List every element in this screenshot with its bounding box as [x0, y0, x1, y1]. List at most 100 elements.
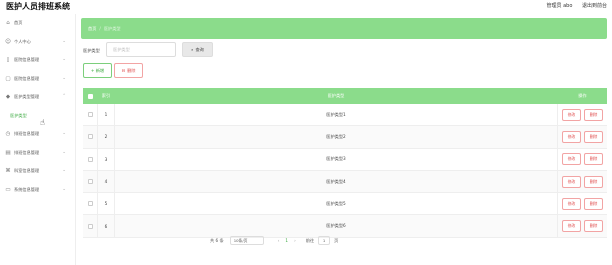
delete-button[interactable]: 删除: [584, 153, 603, 166]
breadcrumb-current: 医护类型: [103, 26, 121, 31]
sidebar-item-label: 医护类型: [10, 112, 27, 118]
sidebar-item-label: 个人中心: [14, 38, 31, 44]
edit-button[interactable]: 修改: [562, 108, 581, 121]
sidebar-item-label: 首页: [14, 20, 23, 26]
sidebar: ⌂ 首页 ☺ 个人中心 ⌄ ▯ 医院信息管理 ⌄ ▢ 医院信息管理 ⌄ ◆ 医护…: [0, 14, 76, 265]
row-checkbox[interactable]: [87, 179, 93, 185]
hospital-icon: ▯: [6, 57, 10, 64]
table-row: 5 医护类型5 修改 删除: [83, 193, 607, 216]
row-checkbox[interactable]: [87, 112, 93, 118]
row-index: 6: [97, 215, 115, 237]
mouse-pointer-icon: ☝: [40, 118, 45, 127]
edit-button[interactable]: 修改: [562, 153, 581, 166]
delete-button[interactable]: 删除: [584, 175, 603, 188]
table-body: 1 医护类型1 修改 删除 2 医护类型2 修改 删除 3 医护类型3 修改 删…: [83, 104, 607, 238]
person-icon: ☺: [5, 38, 11, 45]
row-index: 4: [97, 170, 115, 193]
goto-label: 前往: [305, 237, 315, 243]
sidebar-item-label: 医护类型管理: [14, 94, 40, 100]
sidebar-item-shift-management[interactable]: ▤ 排班信息管理 ⌄: [0, 144, 75, 163]
batch-delete-button[interactable]: ⊟ 删除: [114, 63, 143, 78]
table-row: 4 医护类型4 修改 删除: [83, 170, 607, 194]
department-icon: ⌘: [5, 168, 11, 175]
next-page-button[interactable]: ›: [294, 238, 296, 243]
logout-link[interactable]: 退出到前台: [582, 3, 607, 9]
page-size-select[interactable]: 10条/页: [229, 236, 264, 245]
breadcrumb-home[interactable]: 首页: [88, 26, 96, 31]
breadcrumb-separator: /: [99, 26, 101, 31]
chevron-down-icon: ⌄: [62, 38, 66, 44]
sidebar-item-schedule-management[interactable]: ◷ 排班信息管理 ⌄: [0, 125, 75, 144]
main-content: 首页 / 医护类型 医护类型 医护类型 ⌕ 查询 + 新增 ⊟ 删除 索引 医护类型…: [76, 14, 612, 265]
table-row: 2 医护类型2 修改 删除: [83, 126, 607, 149]
row-index: 1: [97, 104, 115, 126]
row-name: 医护类型6: [326, 223, 346, 229]
delete-button[interactable]: 删除: [584, 108, 603, 121]
header-actions: 操作: [578, 93, 587, 98]
app-title: 医护人员排班系统: [6, 2, 70, 11]
row-checkbox[interactable]: [87, 223, 93, 229]
chevron-down-icon: ⌄: [62, 131, 66, 136]
row-name: 医护类型2: [326, 133, 346, 139]
search-icon: ⌕: [191, 47, 194, 52]
sidebar-item-hospital-info[interactable]: ▢ 医院信息管理 ⌄: [0, 70, 75, 89]
table-row: 1 医护类型1 修改 删除: [83, 104, 607, 127]
delete-button[interactable]: 删除: [584, 220, 603, 233]
system-icon: ▭: [5, 186, 11, 193]
delete-icon: ⊟: [121, 68, 126, 73]
row-checkbox[interactable]: [87, 156, 93, 162]
page-unit-label: 页: [334, 237, 339, 243]
goto-page-input[interactable]: 1: [318, 236, 331, 245]
row-name: 医护类型4: [326, 178, 346, 184]
add-button[interactable]: + 新增: [83, 63, 112, 78]
user-info: 管理员 abo 退出到前台: [539, 2, 608, 9]
page-size-value: 10条/页: [233, 237, 248, 243]
row-checkbox[interactable]: [87, 134, 93, 140]
prev-page-button[interactable]: ‹: [278, 238, 280, 243]
chevron-down-icon: ⌄: [62, 75, 66, 81]
chevron-down-icon: ⌄: [62, 186, 66, 192]
pagination-total: 共 6 条: [210, 237, 224, 243]
chevron-down-icon: ⌄: [62, 149, 66, 155]
sidebar-item-label: 科室信息管理: [14, 168, 40, 174]
top-bar: 医护人员排班系统 管理员 abo 退出到前台: [0, 0, 612, 14]
row-index: 3: [97, 148, 115, 170]
page-number-current[interactable]: 1: [285, 238, 288, 243]
sidebar-item-department-management[interactable]: ⌘ 科室信息管理 ⌄: [0, 162, 75, 181]
schedule-icon: ◷: [5, 131, 11, 138]
staff-type-table: 索引 医护类型 操作 1 医护类型1 修改 删除 2 医护类型2 修改 删除 3…: [83, 88, 607, 238]
delete-button[interactable]: 删除: [584, 197, 603, 210]
header-name: 医护类型: [327, 93, 345, 98]
search-button[interactable]: ⌕ 查询: [182, 42, 213, 57]
sidebar-item-label: 系统信息管理: [14, 186, 40, 192]
sidebar-item-personal-center[interactable]: ☺ 个人中心 ⌄: [0, 33, 75, 52]
sidebar-item-label: 医院信息管理: [14, 75, 40, 81]
row-checkbox[interactable]: [87, 201, 93, 207]
row-name: 医护类型3: [326, 156, 346, 162]
edit-button[interactable]: 修改: [562, 175, 581, 188]
edit-button[interactable]: 修改: [562, 220, 581, 233]
select-all-checkbox[interactable]: [87, 93, 93, 99]
sidebar-item-staff-type[interactable]: ◆ 医护类型管理 ⌃: [0, 88, 75, 107]
delete-button[interactable]: 删除: [584, 130, 603, 143]
chevron-up-icon: ⌃: [62, 94, 66, 99]
sidebar-item-hospital-management[interactable]: ▯ 医院信息管理 ⌄: [0, 51, 75, 70]
staff-type-icon: ◆: [5, 94, 11, 101]
table-row: 3 医护类型3 修改 删除: [83, 148, 607, 171]
row-name: 医护类型5: [326, 200, 346, 206]
edit-button[interactable]: 修改: [562, 197, 581, 210]
row-index: 2: [97, 126, 115, 148]
header-index: 索引: [101, 93, 111, 98]
sidebar-item-label: 医院信息管理: [14, 57, 40, 63]
sidebar-item-home[interactable]: ⌂ 首页: [0, 14, 75, 33]
table-header: 索引 医护类型 操作: [83, 88, 607, 104]
row-index: 5: [97, 193, 115, 215]
sidebar-item-system-management[interactable]: ▭ 系统信息管理 ⌄: [0, 181, 75, 200]
search-input[interactable]: 医护类型: [106, 42, 176, 57]
chevron-down-icon: ⌄: [62, 168, 66, 173]
edit-button[interactable]: 修改: [562, 130, 581, 143]
table-row: 6 医护类型6 修改 删除: [83, 215, 607, 238]
search-button-label: 查询: [195, 46, 204, 52]
sidebar-subitem-staff-type[interactable]: 医护类型: [0, 106, 75, 125]
sidebar-item-label: 排班信息管理: [14, 149, 40, 155]
